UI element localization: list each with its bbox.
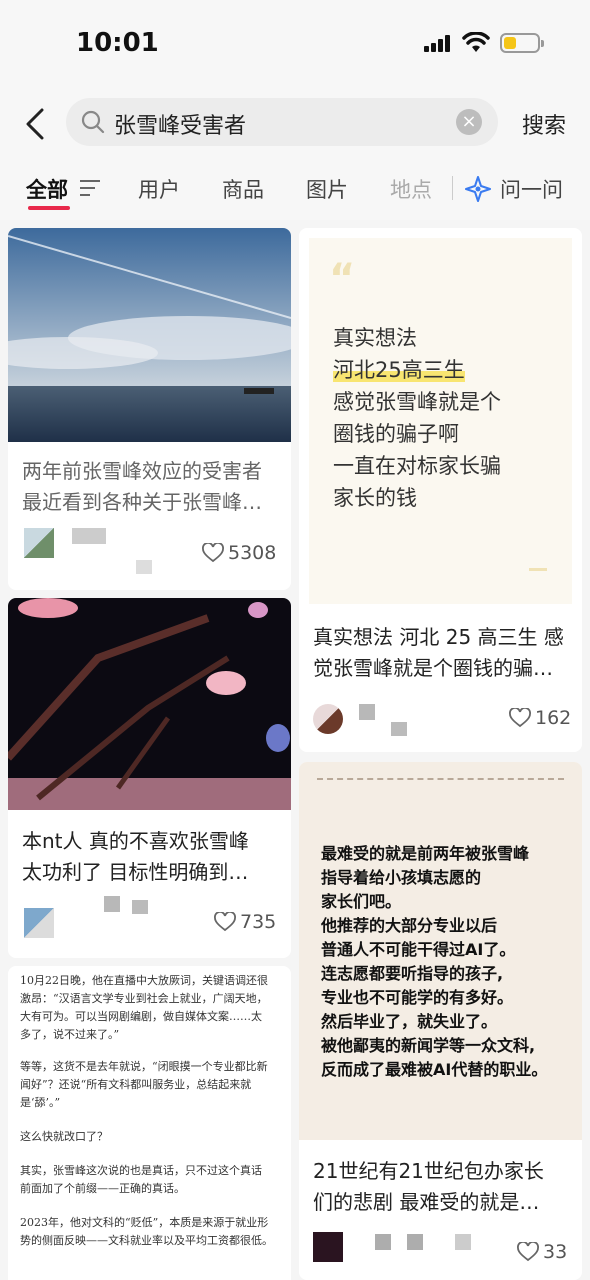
image-text-line: 被他鄙夷的新闻学等一众文科, bbox=[321, 1036, 536, 1055]
image-text-line: 他推荐的大部分专业以后 bbox=[321, 916, 498, 935]
blurred-username bbox=[375, 1234, 391, 1250]
search-button[interactable]: 搜索 bbox=[522, 108, 566, 140]
post-title-line1: 本nt人 真的不喜欢张雪峰 bbox=[22, 829, 249, 853]
sparkle-star-icon bbox=[465, 176, 491, 202]
tab-places[interactable]: 地点 bbox=[390, 174, 432, 204]
heart-icon[interactable] bbox=[509, 708, 531, 728]
blurred-username bbox=[391, 722, 407, 736]
quote-line: 家长的钱 bbox=[333, 486, 417, 510]
search-input[interactable]: 张雪峰受害者 × bbox=[66, 98, 498, 146]
image-text-line: 普通人不可能干得过AI了。 bbox=[321, 940, 516, 959]
post-title-line1: 真实想法 河北 25 高三生 感 bbox=[313, 625, 564, 649]
image-text-line: 反而成了最难被AI代替的职业。 bbox=[321, 1060, 548, 1079]
back-arrow-icon[interactable] bbox=[20, 106, 54, 142]
post-title-line1: 两年前张雪峰效应的受害者 bbox=[22, 459, 262, 483]
clear-search-icon[interactable]: × bbox=[456, 109, 482, 135]
status-bar: 10:01 bbox=[0, 0, 590, 90]
dashed-divider bbox=[317, 778, 564, 780]
heart-icon[interactable] bbox=[214, 912, 236, 932]
image-text-line: 然后毕业了，就失业了。 bbox=[321, 1012, 498, 1031]
search-query-text: 张雪峰受害者 bbox=[114, 114, 247, 139]
heart-icon[interactable] bbox=[517, 1242, 539, 1262]
image-text-line: 专业也不可能学的有多好。 bbox=[321, 988, 514, 1007]
post-card[interactable]: 10月22日晚，他在直播中大放厥词，关键语调还很 激昂：“汉语言文学专业到社会上… bbox=[8, 966, 291, 1280]
post-title-line2: 太功利了 目标性明确到… bbox=[22, 860, 249, 884]
image-text-line: 指导着给小孩填志愿的 bbox=[321, 868, 482, 887]
image-text-line: 连志愿都要听指导的孩子, bbox=[321, 964, 504, 983]
blurred-username bbox=[407, 1234, 423, 1250]
doc-text-line: 前面加了个前缀——正确的真话。 bbox=[20, 1182, 185, 1195]
post-card[interactable]: 本nt人 真的不喜欢张雪峰 太功利了 目标性明确到… 735 bbox=[8, 598, 291, 958]
quote-mark-icon: “ bbox=[329, 256, 356, 302]
battery-icon bbox=[500, 33, 544, 53]
post-image-sea bbox=[8, 228, 291, 442]
doc-text-line: 势的侧面反映——文科就业率以及平均工资都很低。 bbox=[20, 1234, 273, 1247]
tab-users[interactable]: 用户 bbox=[138, 174, 180, 204]
avatar[interactable] bbox=[313, 704, 343, 734]
search-bar-row: 张雪峰受害者 × 搜索 bbox=[0, 90, 590, 160]
image-text-line: 家长们吧。 bbox=[321, 892, 402, 911]
wifi-icon bbox=[462, 32, 490, 52]
post-card[interactable]: 两年前张雪峰效应的受害者 最近看到各种关于张雪峰… 5308 bbox=[8, 228, 291, 590]
like-count: 33 bbox=[543, 1241, 568, 1263]
post-title-line2: 们的悲剧 最难受的就是… bbox=[313, 1190, 540, 1214]
like-count: 735 bbox=[240, 911, 277, 933]
decor-line bbox=[529, 568, 547, 571]
blurred-username bbox=[136, 560, 152, 574]
image-text-line: 最难受的就是前两年被张雪峰 bbox=[321, 844, 530, 863]
avatar[interactable] bbox=[313, 1232, 343, 1262]
quote-line: 圈钱的骗子啊 bbox=[333, 422, 459, 446]
tab-divider bbox=[452, 176, 453, 200]
post-image-aquarium bbox=[8, 598, 291, 810]
tab-images[interactable]: 图片 bbox=[306, 174, 348, 204]
heart-icon[interactable] bbox=[202, 543, 224, 563]
tab-all[interactable]: 全部 bbox=[26, 174, 68, 204]
doc-text-line: 是‘舔’。” bbox=[20, 1096, 61, 1109]
quote-line: 感觉张雪峰就是个 bbox=[333, 390, 501, 414]
blurred-username bbox=[72, 528, 106, 544]
avatar[interactable] bbox=[24, 528, 54, 558]
doc-text-line: 这么快就改口了？ bbox=[20, 1130, 108, 1143]
active-tab-indicator bbox=[28, 206, 70, 210]
avatar[interactable] bbox=[24, 908, 54, 938]
tab-ask[interactable]: 问一问 bbox=[500, 174, 563, 204]
blurred-username bbox=[104, 896, 120, 912]
quote-line-highlight: 河北25高三生 bbox=[333, 358, 465, 382]
post-title-line2: 觉张雪峰就是个圈钱的骗… bbox=[313, 656, 553, 680]
doc-text-line: 多了，说不过来了。” bbox=[20, 1028, 120, 1041]
post-card[interactable]: 最难受的就是前两年被张雪峰 指导着给小孩填志愿的 家长们吧。 他推荐的大部分专业… bbox=[299, 762, 582, 1280]
like-count: 5308 bbox=[228, 542, 277, 564]
quote-line: 真实想法 bbox=[333, 326, 417, 350]
cellular-signal-icon bbox=[424, 34, 454, 52]
blurred-username bbox=[455, 1234, 471, 1250]
blurred-username bbox=[132, 900, 148, 914]
like-count: 162 bbox=[535, 707, 572, 729]
search-icon bbox=[81, 110, 105, 134]
tab-products[interactable]: 商品 bbox=[222, 174, 264, 204]
status-time: 10:01 bbox=[76, 28, 159, 58]
post-title-line1: 21世纪有21世纪包办家长 bbox=[313, 1159, 544, 1183]
blurred-username bbox=[359, 704, 375, 720]
quote-line: 一直在对标家长骗 bbox=[333, 454, 501, 478]
post-card[interactable]: “ 真实想法 河北25高三生 感觉张雪峰就是个 圈钱的骗子啊 一直在对标家长骗 … bbox=[299, 228, 582, 752]
filter-icon[interactable] bbox=[80, 180, 100, 196]
post-title-line2: 最近看到各种关于张雪峰… bbox=[22, 490, 262, 514]
